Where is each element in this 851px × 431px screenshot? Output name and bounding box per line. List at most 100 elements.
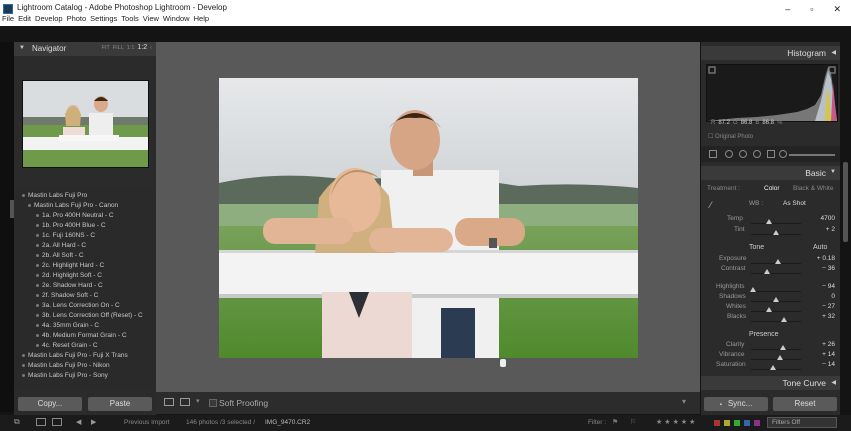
- main-photo[interactable]: [219, 78, 638, 358]
- preset-item[interactable]: 3b. Lens Correction Off (Reset) - C: [36, 311, 143, 321]
- previous-import-label[interactable]: Previous Import: [124, 419, 170, 426]
- histogram-graph[interactable]: [706, 64, 838, 122]
- close-button[interactable]: ✕: [833, 4, 841, 15]
- slider-thumb[interactable]: [776, 355, 783, 360]
- preset-item[interactable]: 2f. Shadow Soft - C: [36, 291, 98, 301]
- slider-value[interactable]: + 32: [805, 313, 835, 320]
- white-balance-picker-icon[interactable]: ⁄: [710, 200, 720, 210]
- zoom-1-2[interactable]: 1:2: [137, 44, 147, 51]
- collapse-triangle-icon[interactable]: ▼: [19, 45, 25, 51]
- maximize-button[interactable]: ▫: [810, 4, 813, 15]
- preset-item[interactable]: 4c. Reset Grain - C: [36, 341, 98, 351]
- secondary-display-icon[interactable]: ⧉: [14, 417, 24, 426]
- radial-filter-icon[interactable]: [779, 150, 787, 158]
- previous-arrow-icon[interactable]: ◀: [76, 418, 86, 426]
- menu-view[interactable]: View: [143, 14, 159, 23]
- slider-thumb[interactable]: [773, 297, 779, 302]
- menu-develop[interactable]: Develop: [35, 14, 63, 23]
- toolbar-menu-icon[interactable]: ▾: [682, 397, 692, 407]
- paste-button[interactable]: Paste: [88, 397, 152, 411]
- right-panel-scrollbar[interactable]: [843, 162, 848, 242]
- slider-value[interactable]: − 14: [805, 361, 835, 368]
- slider-thumb[interactable]: [765, 219, 772, 224]
- preset-item[interactable]: 2e. Shadow Hard - C: [36, 281, 103, 291]
- next-arrow-icon[interactable]: ▶: [91, 418, 101, 426]
- preset-item[interactable]: 2b. All Soft - C: [36, 251, 84, 261]
- preset-item[interactable]: 1b. Pro 400H Blue - C: [36, 221, 106, 231]
- zoom-1-1[interactable]: 1:1: [127, 45, 135, 51]
- slider-track[interactable]: [751, 369, 801, 370]
- slider-thumb[interactable]: [779, 345, 786, 350]
- slider-value[interactable]: − 27: [805, 303, 835, 310]
- brush-size-slider[interactable]: [789, 154, 835, 156]
- slider-value[interactable]: + 2: [805, 226, 835, 233]
- menu-photo[interactable]: Photo: [67, 14, 87, 23]
- collapse-triangle-icon[interactable]: ▼: [830, 169, 836, 175]
- color-label-purple-icon[interactable]: [754, 420, 760, 426]
- histogram-header[interactable]: Histogram ◀: [701, 46, 840, 60]
- tab-black-white[interactable]: Black & White: [793, 185, 833, 192]
- slider-track[interactable]: [751, 311, 801, 312]
- preset-item[interactable]: 3a. Lens Correction On - C: [36, 301, 120, 311]
- red-eye-icon[interactable]: [753, 150, 761, 158]
- slider-track[interactable]: [751, 321, 801, 322]
- preset-item[interactable]: 4a. 35mm Grain - C: [36, 321, 99, 331]
- slider-track[interactable]: [751, 223, 801, 224]
- color-label-red-icon[interactable]: [714, 420, 720, 426]
- soft-proofing-checkbox[interactable]: [209, 399, 217, 407]
- menu-edit[interactable]: Edit: [18, 14, 31, 23]
- slider-track[interactable]: [751, 291, 801, 292]
- preset-folder[interactable]: Mastin Labs Fuji Pro - Fuji X Trans: [22, 351, 128, 361]
- zoom-fit[interactable]: FIT: [102, 45, 110, 51]
- slider-track[interactable]: [751, 273, 801, 274]
- zoom-dropdown-icon[interactable]: ‹: [150, 45, 152, 51]
- menu-tools[interactable]: Tools: [121, 14, 139, 23]
- rating-filter[interactable]: ★ ★ ★ ★ ★: [656, 418, 695, 426]
- reset-button[interactable]: Reset: [773, 397, 837, 411]
- basic-header[interactable]: Basic ▼: [701, 166, 840, 180]
- slider-thumb[interactable]: [774, 259, 781, 264]
- slider-value[interactable]: 4700: [805, 215, 835, 222]
- preset-item[interactable]: 2d. Highlight Soft - C: [36, 271, 102, 281]
- preset-folder[interactable]: Mastin Labs Fuji Pro - Sony: [22, 371, 108, 381]
- slider-thumb[interactable]: [766, 307, 772, 312]
- slider-value[interactable]: + 14: [805, 351, 835, 358]
- preset-item[interactable]: 1c. Fuji 160NS - C: [36, 231, 95, 241]
- slider-value[interactable]: + 0.18: [805, 255, 835, 262]
- tone-curve-header[interactable]: Tone Curve ◀: [701, 376, 840, 390]
- loupe-view-icon[interactable]: [164, 398, 174, 406]
- slider-value[interactable]: − 94: [805, 283, 835, 290]
- menu-file[interactable]: File: [2, 14, 14, 23]
- filter-preset-dropdown[interactable]: Filters Off: [767, 417, 837, 428]
- grid-view-icon[interactable]: [36, 418, 46, 426]
- flag-filter-icon[interactable]: ⚑: [612, 418, 622, 426]
- menu-help[interactable]: Help: [194, 14, 209, 23]
- slider-thumb[interactable]: [781, 317, 787, 322]
- preset-item[interactable]: 2c. Highlight Hard - C: [36, 261, 104, 271]
- navigator-header[interactable]: ▼ Navigator FIT FILL 1:1 1:2 ‹: [14, 42, 156, 56]
- tab-color[interactable]: Color: [764, 185, 780, 192]
- color-label-green-icon[interactable]: [734, 420, 740, 426]
- crop-icon[interactable]: [725, 150, 733, 158]
- navigator-thumbnail[interactable]: [22, 80, 149, 168]
- preset-folder[interactable]: Mastin Labs Fuji Pro - Nikon: [22, 361, 110, 371]
- tone-auto-button[interactable]: Auto: [813, 244, 827, 251]
- preset-folder[interactable]: Mastin Labs Fuji Pro - Canon: [28, 201, 118, 211]
- minimize-button[interactable]: –: [785, 4, 790, 15]
- reject-filter-icon[interactable]: ⚐: [630, 418, 640, 426]
- slider-value[interactable]: + 26: [805, 341, 835, 348]
- sync-button[interactable]: ▪ Sync...: [704, 397, 768, 411]
- grid-overlay-icon[interactable]: [709, 150, 717, 158]
- slider-value[interactable]: 0: [805, 293, 835, 300]
- color-label-yellow-icon[interactable]: [724, 420, 730, 426]
- loupe-view-icon[interactable]: [52, 418, 62, 426]
- slider-value[interactable]: − 36: [805, 265, 835, 272]
- slider-thumb[interactable]: [764, 269, 770, 274]
- preset-item[interactable]: 2a. All Hard - C: [36, 241, 86, 251]
- menu-settings[interactable]: Settings: [90, 14, 117, 23]
- sync-toggle-icon[interactable]: ▪: [720, 402, 722, 408]
- slider-track[interactable]: [751, 349, 801, 350]
- collapse-triangle-icon[interactable]: ◀: [831, 379, 836, 386]
- menu-window[interactable]: Window: [163, 14, 190, 23]
- view-dropdown-icon[interactable]: ▾: [196, 397, 202, 405]
